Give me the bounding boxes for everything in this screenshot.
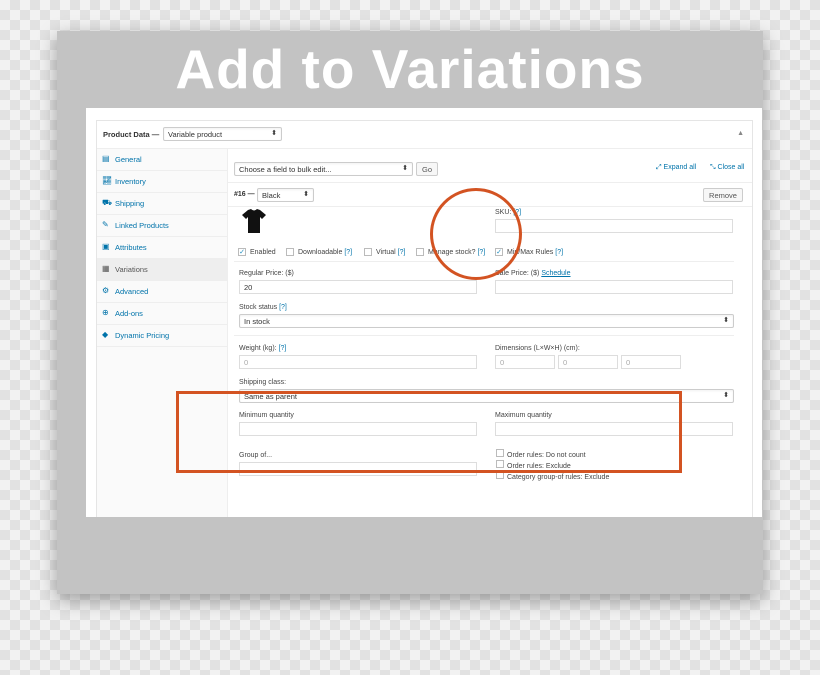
tab-linked-products[interactable]: ✎ Linked Products [97,215,227,237]
go-button[interactable]: Go [416,162,439,176]
width-input[interactable]: 0 [558,355,618,369]
downloadable-text: Downloadable [298,249,343,256]
list-icon: ▣ [102,242,110,251]
tab-label: General [115,155,142,164]
sale-price-input[interactable] [495,280,733,294]
stock-status-text: Stock status [239,304,278,311]
virtual-label: Virtual [?] [376,249,405,256]
min-max-help-link[interactable]: [?] [555,249,563,256]
screenshot-frame: Add to Variations Product Data — Variabl… [57,31,763,594]
highlight-rectangle [176,391,682,473]
highlight-circle [430,188,522,280]
variation-attribute-value: Black [262,191,281,200]
height-input[interactable]: 0 [621,355,681,369]
tab-general[interactable]: ▤ General [97,149,227,171]
regular-price-input[interactable]: 20 [239,280,477,294]
banner-title: Add to Variations [175,38,645,100]
downloadable-label: Downloadable [?] [298,249,352,256]
bulk-edit-value: Choose a field to bulk edit... [239,165,332,174]
remove-button[interactable]: Remove [703,188,743,202]
tab-label: Attributes [115,243,147,252]
regular-price-label: Regular Price: ($) [239,270,294,277]
weight-help-link[interactable]: [?] [279,345,287,352]
variation-number: #16 — [234,191,255,198]
enabled-checkbox[interactable]: ✓ [238,248,246,256]
table-icon: ▦ [102,264,110,273]
shipping-class-label: Shipping class: [239,379,287,386]
close-all-label: Close all [717,164,745,171]
close-all-link[interactable]: ⤡ Close all [710,164,744,172]
gear-icon: ⚙ [102,286,110,295]
virtual-text: Virtual [376,249,396,256]
virtual-help-link[interactable]: [?] [398,249,406,256]
tab-advanced[interactable]: ⚙ Advanced [97,281,227,303]
link-icon: ✎ [102,220,109,229]
select-arrows-icon: ⬍ [723,392,729,399]
length-input[interactable]: 0 [495,355,555,369]
downloadable-help-link[interactable]: [?] [344,249,352,256]
divider [228,182,752,183]
select-arrows-icon: ⬍ [271,130,277,137]
tab-label: Variations [115,265,148,274]
schedule-link[interactable]: Schedule [541,270,570,277]
select-arrows-icon: ⬍ [723,317,729,324]
tab-add-ons[interactable]: ⊕ Add-ons [97,303,227,325]
product-type-value: Variable product [168,130,223,139]
tab-inventory[interactable]: 📈︎ Inventory [97,171,227,193]
tab-label: Add-ons [115,309,143,318]
truck-icon: ⛟ [102,198,113,207]
stock-status-select[interactable]: In stock ⬍ [239,314,734,328]
tab-attributes[interactable]: ▣ Attributes [97,237,227,259]
variation-attribute-select[interactable]: Black ⬍ [257,188,314,202]
tab-variations[interactable]: ▦ Variations [97,259,227,281]
tab-label: Dynamic Pricing [115,331,170,340]
collapse-toggle-icon[interactable]: ▲ [737,130,744,137]
manage-stock-checkbox[interactable] [416,248,424,256]
stock-status-label: Stock status [?] [239,304,287,311]
chart-icon: 📈︎ [102,176,113,185]
weight-label: Weight (kg): [?] [239,345,286,352]
expand-all-label: Expand all [663,164,697,171]
product-data-label: Product Data — [103,130,160,139]
bulk-edit-select[interactable]: Choose a field to bulk edit... ⬍ [234,162,413,176]
tab-label: Inventory [115,177,146,186]
expand-all-link[interactable]: ⤢ Expand all [656,164,696,172]
tshirt-thumbnail[interactable] [239,206,269,236]
collapse-icon: ⤡ [710,164,718,171]
weight-input[interactable]: 0 [239,355,477,369]
enabled-label: Enabled [250,249,276,256]
stock-status-value: In stock [244,317,270,326]
tag-icon: ◆ [102,330,109,339]
dimensions-label: Dimensions (L×W×H) (cm): [495,345,580,352]
tab-label: Shipping [115,199,145,208]
product-data-header: Product Data — Variable product ⬍ ▲ [97,121,752,149]
sale-price-label: Sale Price: ($) Schedule [495,270,571,277]
virtual-checkbox[interactable] [364,248,372,256]
tab-label: Linked Products [115,221,169,230]
tab-dynamic-pricing[interactable]: ◆ Dynamic Pricing [97,325,227,347]
select-arrows-icon: ⬍ [402,165,408,172]
plus-circle-icon: ⊕ [102,308,109,317]
sku-input[interactable] [495,219,733,233]
downloadable-checkbox[interactable] [286,248,294,256]
product-type-select[interactable]: Variable product ⬍ [163,127,282,141]
weight-text: Weight (kg): [239,345,277,352]
category-group-of-exclude-label: Category group-of rules: Exclude [507,474,610,481]
stock-status-help-link[interactable]: [?] [279,304,287,311]
tab-label: Advanced [115,287,149,296]
divider [234,335,734,336]
expand-icon: ⤢ [656,164,664,171]
grid-icon: ▤ [102,154,110,163]
tab-shipping[interactable]: ⛟ Shipping [97,193,227,215]
select-arrows-icon: ⬍ [303,191,309,198]
